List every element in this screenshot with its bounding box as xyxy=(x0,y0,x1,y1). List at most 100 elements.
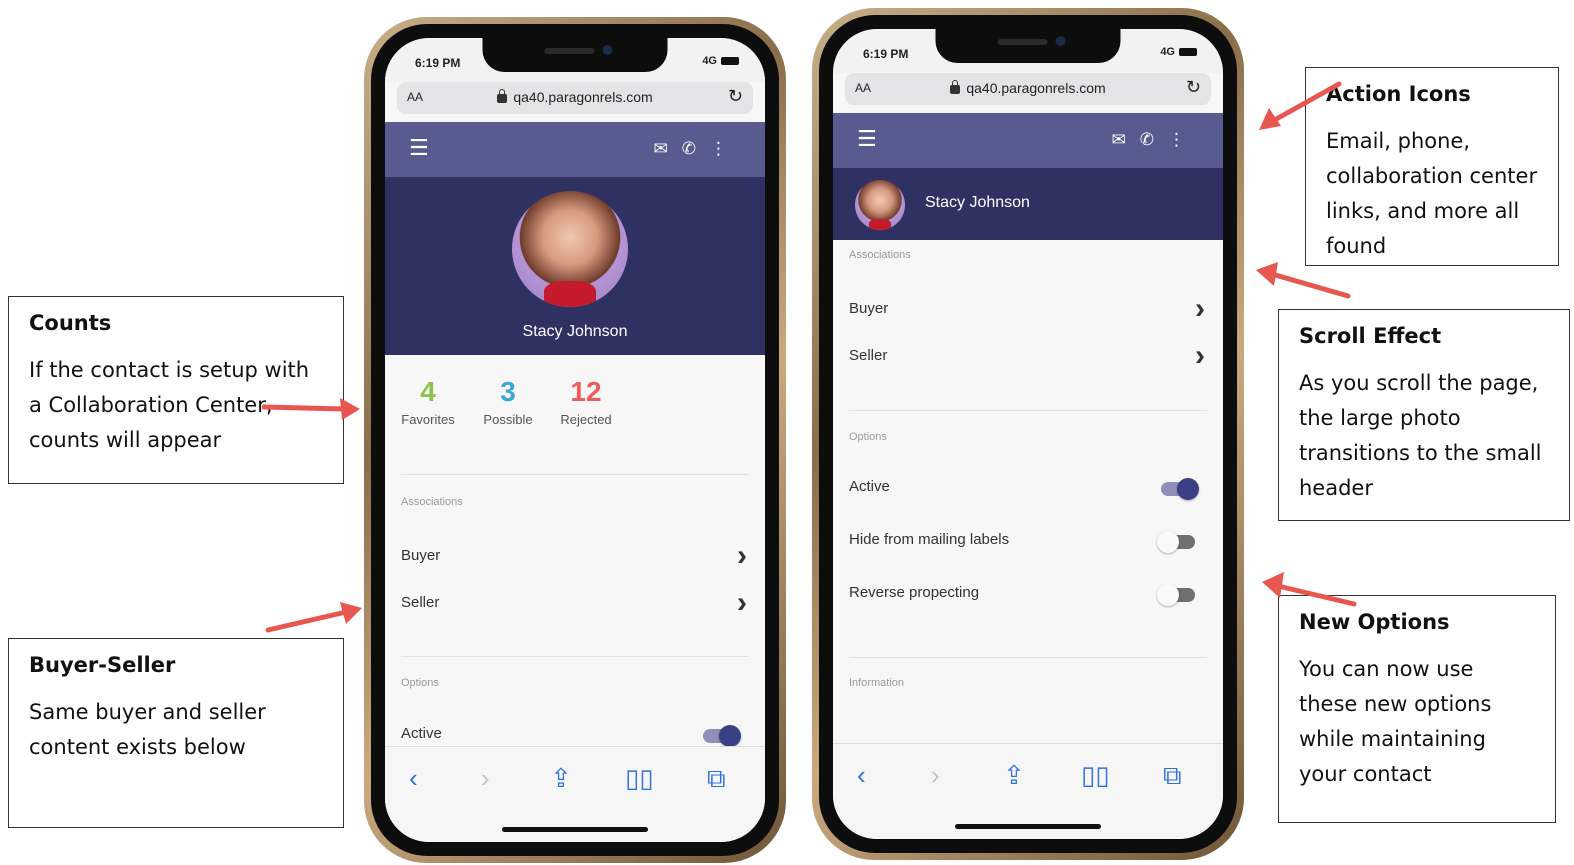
app-header: ☰ ✉✆⋮ xyxy=(833,113,1223,168)
scroll-effect-callout: Scroll Effect As you scroll the page, th… xyxy=(1278,309,1570,521)
count-value: 12 xyxy=(570,376,602,407)
share-icon[interactable]: ⇪ xyxy=(550,763,572,794)
contact-avatar xyxy=(855,180,905,230)
option-active: Active xyxy=(849,478,1207,495)
back-icon[interactable]: ‹ xyxy=(409,763,418,794)
reload-icon[interactable]: ↻ xyxy=(728,86,743,107)
phone-left: 6:19 PM 4G AA qa40.paragonrels.com ↻ ☰ ✉… xyxy=(364,17,786,863)
app-header: ☰ ✉✆⋮ xyxy=(385,122,765,177)
callout-text: Email, phone, collaboration center links… xyxy=(1326,129,1538,258)
arrow-new-options xyxy=(1262,572,1357,607)
callout-title: Counts xyxy=(29,311,112,335)
contact-name: Stacy Johnson xyxy=(925,194,1030,211)
buyer-seller-callout: Buyer-Seller Same buyer and seller conte… xyxy=(8,638,344,828)
chevron-right-icon: › xyxy=(1195,339,1205,372)
mail-icon[interactable]: ✉ xyxy=(1112,130,1140,149)
callout-title: Buyer-Seller xyxy=(29,653,176,677)
status-time: 6:19 PM xyxy=(863,47,909,61)
association-buyer[interactable]: Buyer › xyxy=(401,539,749,572)
phone-icon[interactable]: ✆ xyxy=(682,139,710,158)
reload-icon[interactable]: ↻ xyxy=(1186,77,1201,98)
chevron-right-icon: › xyxy=(1195,292,1205,325)
signal-indicator: 4G xyxy=(702,55,739,67)
arrow-action-icons xyxy=(1259,81,1342,130)
lock-icon xyxy=(950,80,961,94)
count-favorites[interactable]: 4 Favorites xyxy=(393,376,463,427)
url-text: qa40.paragonrels.com xyxy=(966,80,1106,96)
count-rejected[interactable]: 12 Rejected xyxy=(551,376,621,427)
count-label: Possible xyxy=(483,412,533,427)
menu-icon[interactable]: ☰ xyxy=(857,128,877,150)
forward-icon[interactable]: › xyxy=(931,760,940,791)
chevron-right-icon: › xyxy=(737,586,747,619)
section-options: Options xyxy=(401,677,439,689)
bookmarks-icon[interactable]: ▯▯ xyxy=(625,763,654,794)
contact-avatar xyxy=(512,191,628,307)
phone-icon[interactable]: ✆ xyxy=(1140,130,1168,149)
row-label: Hide from mailing labels xyxy=(849,531,1010,548)
arrow-scroll-effect xyxy=(1256,262,1351,299)
tabs-icon[interactable]: ⧉ xyxy=(1163,760,1182,792)
divider xyxy=(401,474,749,475)
row-label: Buyer xyxy=(401,547,441,564)
battery-icon xyxy=(1179,48,1197,57)
forward-icon[interactable]: › xyxy=(481,763,490,794)
status-time: 6:19 PM xyxy=(415,56,461,70)
lock-icon xyxy=(497,89,508,103)
association-buyer[interactable]: Buyer › xyxy=(849,292,1207,325)
section-options: Options xyxy=(849,431,887,443)
contact-name: Stacy Johnson xyxy=(522,323,628,340)
section-associations: Associations xyxy=(401,496,463,508)
callout-text: As you scroll the page, the large photo … xyxy=(1299,371,1542,500)
browser-toolbar: ‹ › ⇪ ▯▯ ⧉ xyxy=(833,743,1223,839)
screen-left: 6:19 PM 4G AA qa40.paragonrels.com ↻ ☰ ✉… xyxy=(385,38,765,842)
browser-toolbar: ‹ › ⇪ ▯▯ ⧉ xyxy=(385,746,765,842)
tabs-icon[interactable]: ⧉ xyxy=(707,763,726,795)
bookmarks-icon[interactable]: ▯▯ xyxy=(1081,760,1110,791)
signal-indicator: 4G xyxy=(1160,46,1197,58)
row-label: Reverse propecting xyxy=(849,584,980,601)
new-options-callout: New Options You can now use these new op… xyxy=(1278,595,1556,823)
row-label: Seller xyxy=(401,594,440,611)
section-associations: Associations xyxy=(849,249,911,261)
association-seller[interactable]: Seller › xyxy=(849,339,1207,372)
arrow-buyer-seller xyxy=(265,602,362,633)
row-label: Seller xyxy=(849,347,888,364)
screen-right: 6:19 PM 4G AA qa40.paragonrels.com ↻ ☰ ✉… xyxy=(833,29,1223,839)
phone-right: 6:19 PM 4G AA qa40.paragonrels.com ↻ ☰ ✉… xyxy=(812,8,1244,860)
mail-icon[interactable]: ✉ xyxy=(654,139,682,158)
callout-title: Action Icons xyxy=(1326,82,1471,106)
count-value: 4 xyxy=(420,376,436,407)
home-indicator xyxy=(502,827,648,832)
option-hide-mailing: Hide from mailing labels xyxy=(849,531,1207,548)
divider xyxy=(849,657,1207,658)
row-label: Active xyxy=(849,478,890,495)
callout-text: Same buyer and seller content exists bel… xyxy=(29,700,266,759)
association-seller[interactable]: Seller › xyxy=(401,586,749,619)
share-icon[interactable]: ⇪ xyxy=(1003,760,1025,791)
row-label: Active xyxy=(401,725,442,742)
hide-mailing-toggle[interactable] xyxy=(1157,531,1195,553)
more-vert-icon[interactable]: ⋮ xyxy=(710,139,741,158)
count-label: Favorites xyxy=(401,412,455,427)
menu-icon[interactable]: ☰ xyxy=(409,137,429,159)
browser-address-bar[interactable]: AA qa40.paragonrels.com ↻ xyxy=(397,82,753,114)
reverse-prospecting-toggle[interactable] xyxy=(1157,584,1195,606)
more-vert-icon[interactable]: ⋮ xyxy=(1168,130,1199,149)
callout-text: You can now use these new options while … xyxy=(1299,657,1492,786)
browser-address-bar[interactable]: AA qa40.paragonrels.com ↻ xyxy=(845,73,1211,105)
contact-compact-header: Stacy Johnson xyxy=(833,168,1223,240)
row-label: Buyer xyxy=(849,300,889,317)
back-icon[interactable]: ‹ xyxy=(857,760,866,791)
count-label: Rejected xyxy=(560,412,612,427)
count-value: 3 xyxy=(500,376,516,407)
count-possible[interactable]: 3 Possible xyxy=(473,376,543,427)
active-toggle[interactable] xyxy=(1161,478,1199,500)
option-reverse-prospecting: Reverse propecting xyxy=(849,584,1207,601)
callout-title: New Options xyxy=(1299,610,1450,634)
option-active: Active xyxy=(401,725,749,742)
arrow-counts xyxy=(262,398,360,420)
home-indicator xyxy=(955,824,1101,829)
url-text: qa40.paragonrels.com xyxy=(513,89,653,105)
active-toggle[interactable] xyxy=(703,725,741,747)
